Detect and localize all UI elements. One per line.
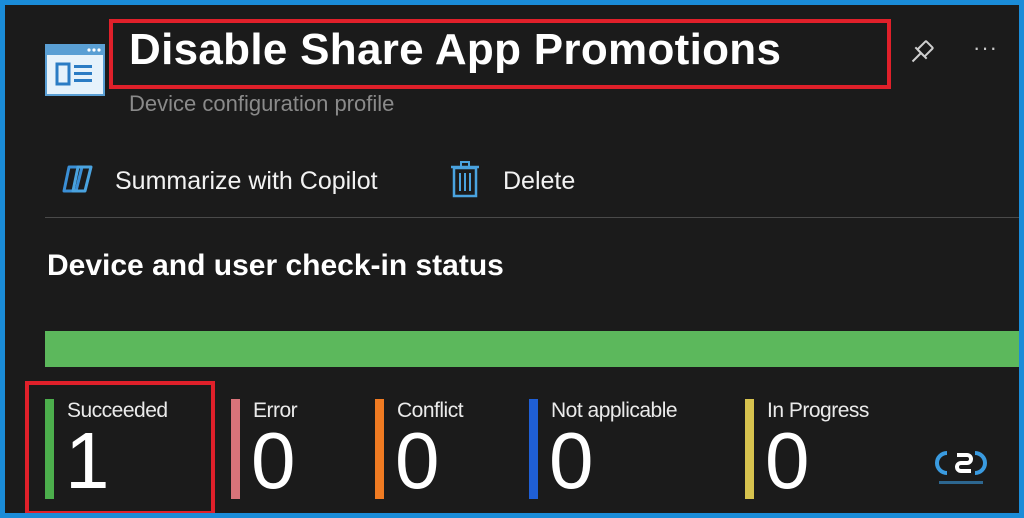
stat-value: 1 (65, 416, 110, 505)
stat-conflict[interactable]: Conflict 0 (375, 399, 515, 505)
stat-in-progress[interactable]: In Progress 0 (745, 399, 915, 505)
delete-button-label: Delete (503, 166, 576, 195)
stat-conflict-bar (375, 399, 384, 499)
summarize-with-copilot-button[interactable]: Summarize with Copilot (59, 159, 378, 203)
delete-button[interactable]: Delete (449, 159, 575, 203)
checkin-status-bar (45, 331, 1019, 367)
stat-in-progress-bar (745, 399, 754, 499)
page-subtitle: Device configuration profile (129, 91, 395, 116)
copilot-icon (59, 159, 115, 204)
stat-succeeded[interactable]: Succeeded 1 (45, 399, 215, 505)
pin-icon[interactable] (905, 37, 937, 69)
status-bar-succeeded-fill (45, 331, 1019, 367)
window-frame: Disable Share App Promotions Device conf… (0, 0, 1024, 518)
stat-error-bar (231, 399, 240, 499)
stat-error[interactable]: Error 0 (231, 399, 361, 505)
toolbar-divider (45, 217, 1019, 218)
section-title: Device and user check-in status (47, 249, 504, 282)
stat-not-applicable-bar (529, 399, 538, 499)
stat-value: 0 (395, 416, 440, 505)
stat-succeeded-bar (45, 399, 54, 499)
configuration-profile-icon (45, 42, 105, 96)
stat-not-applicable[interactable]: Not applicable 0 (529, 399, 729, 505)
community-logo (933, 445, 989, 489)
trash-icon (449, 160, 503, 203)
page-title: Disable Share App Promotions (129, 25, 782, 74)
stat-value: 0 (765, 416, 810, 505)
copilot-button-label: Summarize with Copilot (115, 166, 378, 195)
more-options-icon[interactable]: ··· (973, 35, 998, 61)
stat-value: 0 (549, 416, 594, 505)
stat-value: 0 (251, 416, 296, 505)
